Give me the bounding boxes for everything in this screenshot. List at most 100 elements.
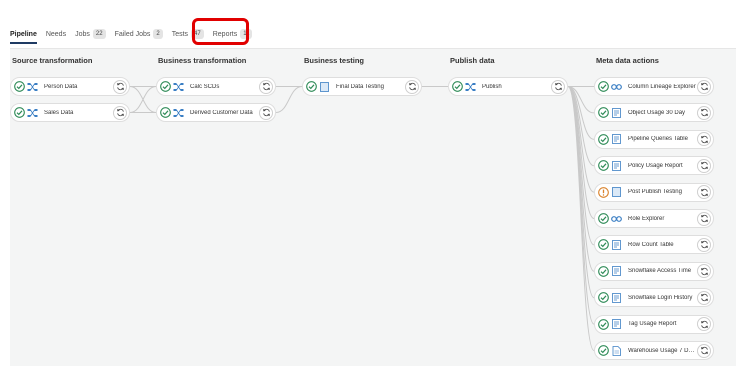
tab-label: Failed Jobs [114, 30, 151, 38]
pipeline-node[interactable]: Publish [448, 77, 568, 96]
refresh-icon[interactable] [405, 79, 419, 94]
success-status-icon [598, 292, 609, 304]
refresh-icon[interactable] [697, 264, 711, 279]
success-status-icon [598, 265, 609, 277]
pipeline-node[interactable]: Final Data Testing [302, 77, 422, 96]
node-label: Derived Customer Data [190, 109, 253, 116]
report-icon [611, 160, 622, 171]
report-icon [611, 292, 622, 303]
tab-failed-jobs[interactable]: Failed Jobs 2 [115, 24, 163, 44]
tab-label: Jobs [75, 30, 90, 38]
success-status-icon [598, 81, 609, 92]
refresh-icon[interactable] [551, 79, 565, 94]
column-title: Publish data [450, 56, 495, 65]
success-status-icon [160, 107, 171, 118]
pipeline-node[interactable]: Snowflake Access Time [594, 261, 714, 281]
reports-tab-highlight [192, 18, 249, 45]
success-status-icon [598, 345, 609, 356]
refresh-icon[interactable] [697, 132, 711, 147]
dependency-link [129, 86, 157, 113]
transform-icon [27, 82, 38, 92]
node-label: Post Publish Testing [628, 189, 682, 196]
success-status-icon [14, 81, 25, 92]
success-status-icon [306, 81, 317, 92]
pipeline-node[interactable]: Column Lineage Explorer [594, 77, 714, 96]
refresh-icon[interactable] [259, 105, 273, 120]
node-label: Snowflake Login History [628, 294, 693, 301]
tab-pipeline[interactable]: Pipeline [10, 24, 37, 44]
tab-label: Pipeline [10, 30, 37, 38]
node-label: Object Usage 30 Day [628, 109, 686, 116]
node-label: Sales Data [44, 109, 74, 116]
node-label: Calc SCDs [190, 83, 220, 90]
node-label: Publish [482, 83, 502, 90]
test-icon [611, 187, 622, 197]
column-title: Meta data actions [596, 56, 659, 65]
refresh-icon[interactable] [697, 158, 711, 173]
success-status-icon [598, 107, 609, 119]
tab-jobs[interactable]: Jobs 22 [75, 24, 106, 44]
success-status-icon [598, 213, 609, 224]
warning-status-icon [598, 186, 609, 198]
pipeline-node[interactable]: Person Data [10, 77, 130, 96]
refresh-icon[interactable] [697, 105, 711, 120]
refresh-icon[interactable] [697, 317, 711, 332]
success-status-icon [598, 318, 609, 330]
report-icon [611, 319, 622, 329]
tab-needs[interactable]: Needs [46, 24, 66, 44]
tab-label: Needs [45, 30, 67, 38]
refresh-icon[interactable] [697, 185, 711, 200]
success-status-icon [160, 81, 171, 92]
node-label: Pipeline Queries Table [628, 136, 688, 143]
report-icon [611, 134, 622, 145]
success-status-icon [598, 133, 609, 145]
node-label: Role Explorer [628, 215, 665, 222]
refresh-icon[interactable] [697, 79, 711, 94]
refresh-icon[interactable] [697, 211, 711, 226]
node-label: Person Data [44, 83, 78, 90]
document-icon [611, 345, 622, 356]
node-label: Tag Usage Report [628, 321, 677, 328]
report-icon [611, 239, 622, 250]
pipeline-node[interactable]: Row Count Table [594, 235, 714, 255]
success-status-icon [598, 239, 609, 251]
refresh-icon[interactable] [697, 237, 711, 252]
count-badge: 2 [153, 29, 163, 39]
tab-label: Tests [171, 30, 189, 38]
pipeline-node[interactable]: Object Usage 30 Day [594, 103, 714, 123]
refresh-icon[interactable] [113, 79, 127, 94]
pipeline-node[interactable]: Pipeline Queries Table [594, 129, 714, 149]
report-icon [611, 107, 622, 118]
node-label: Policy Usage Report [628, 162, 683, 169]
column-title: Business transformation [158, 56, 247, 65]
count-badge: 22 [92, 29, 106, 39]
dependency-link [275, 86, 303, 113]
pipeline-node[interactable]: Sales Data [10, 103, 130, 122]
node-label: Final Data Testing [336, 83, 384, 90]
refresh-icon[interactable] [113, 105, 127, 120]
transform-icon [173, 82, 184, 92]
success-status-icon [598, 160, 609, 172]
refresh-icon[interactable] [697, 290, 711, 305]
column-title: Business testing [304, 56, 365, 65]
lineage-icon [611, 214, 622, 224]
refresh-icon[interactable] [697, 343, 711, 358]
test-icon [319, 81, 330, 92]
pipeline-node[interactable]: Policy Usage Report [594, 156, 714, 176]
pipeline-node[interactable]: Calc SCDs [156, 77, 276, 96]
pipeline-node[interactable]: Snowflake Login History [594, 288, 714, 308]
pipeline-node[interactable]: Role Explorer [594, 209, 714, 228]
node-label: Snowflake Access Time [628, 268, 692, 275]
transform-icon [173, 108, 184, 118]
column-title: Source transformation [12, 56, 93, 65]
node-label: Warehouse Usage 7 Day V... [628, 347, 697, 354]
pipeline-node[interactable]: Derived Customer Data [156, 103, 276, 122]
report-icon [611, 266, 622, 277]
pipeline-canvas: Source transformation Business transforma… [10, 48, 736, 366]
pipeline-node[interactable]: Post Publish Testing [594, 182, 714, 202]
pipeline-node[interactable]: Warehouse Usage 7 Day V... [594, 341, 714, 360]
refresh-icon[interactable] [259, 79, 273, 94]
success-status-icon [452, 81, 463, 92]
pipeline-node[interactable]: Tag Usage Report [594, 314, 714, 334]
transform-icon [465, 82, 476, 92]
